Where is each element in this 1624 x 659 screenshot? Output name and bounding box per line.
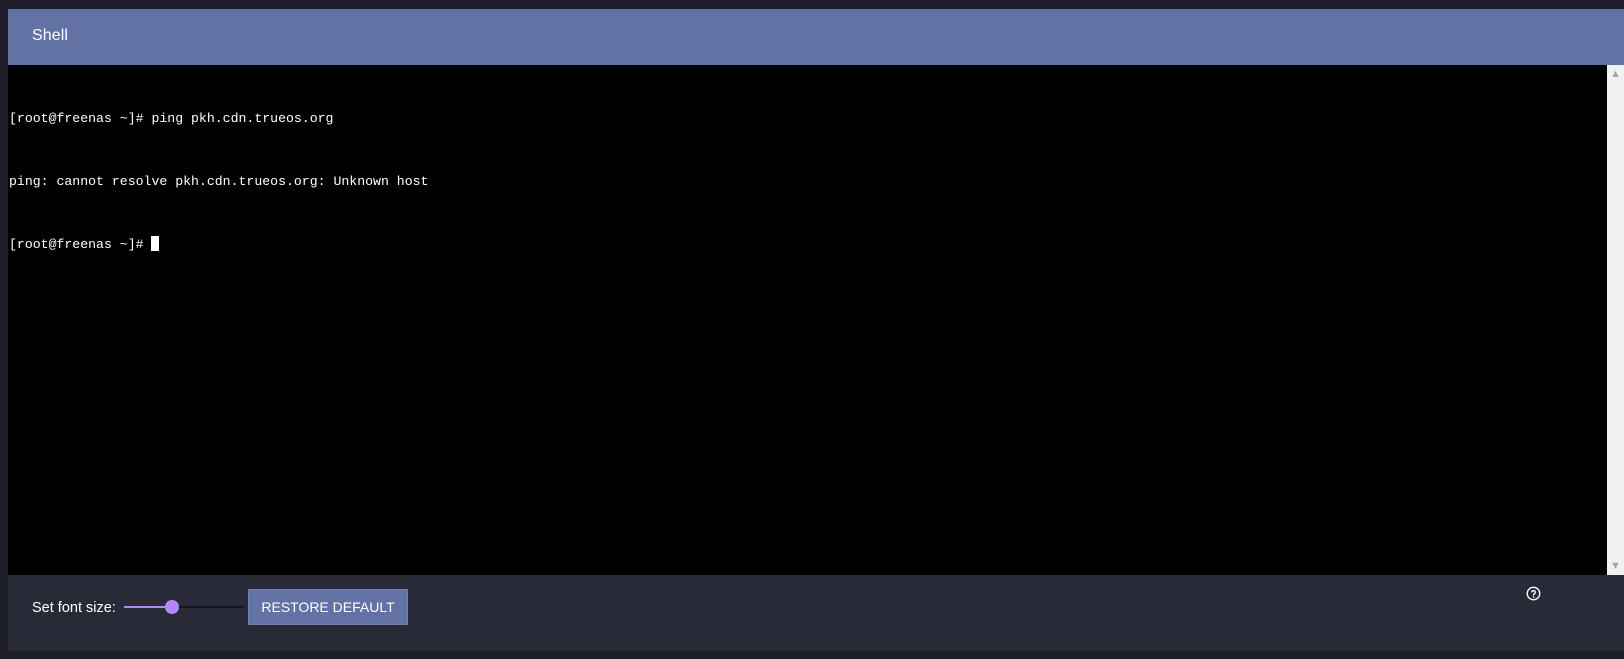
shell-card: Shell [root@freenas ~]# ping pkh.cdn.tru… bbox=[8, 9, 1624, 651]
restore-default-button[interactable]: RESTORE DEFAULT bbox=[248, 589, 408, 625]
font-size-slider[interactable] bbox=[124, 597, 244, 617]
shell-footer: Set font size: RESTORE DEFAULT bbox=[8, 575, 1624, 651]
page-title: Shell bbox=[32, 27, 69, 44]
slider-track bbox=[172, 606, 244, 608]
terminal-line: ping: cannot resolve pkh.cdn.trueos.org:… bbox=[9, 174, 429, 189]
terminal-prompt: [root@freenas ~]# bbox=[9, 237, 152, 252]
terminal-scrollbar[interactable]: ▲ ▼ bbox=[1607, 65, 1624, 575]
terminal-prompt-line: [root@freenas ~]# bbox=[8, 234, 1607, 255]
slider-thumb[interactable] bbox=[165, 600, 179, 614]
terminal-cursor bbox=[151, 236, 160, 251]
terminal[interactable]: [root@freenas ~]# ping pkh.cdn.trueos.or… bbox=[8, 65, 1607, 575]
scroll-down-arrow-icon[interactable]: ▼ bbox=[1607, 559, 1624, 573]
scroll-up-arrow-icon[interactable]: ▲ bbox=[1607, 67, 1624, 81]
shell-header: Shell bbox=[8, 9, 1624, 65]
font-size-label: Set font size: bbox=[32, 600, 116, 616]
terminal-line: [root@freenas ~]# ping pkh.cdn.trueos.or… bbox=[9, 111, 334, 126]
help-circle-icon[interactable] bbox=[1526, 586, 1541, 601]
